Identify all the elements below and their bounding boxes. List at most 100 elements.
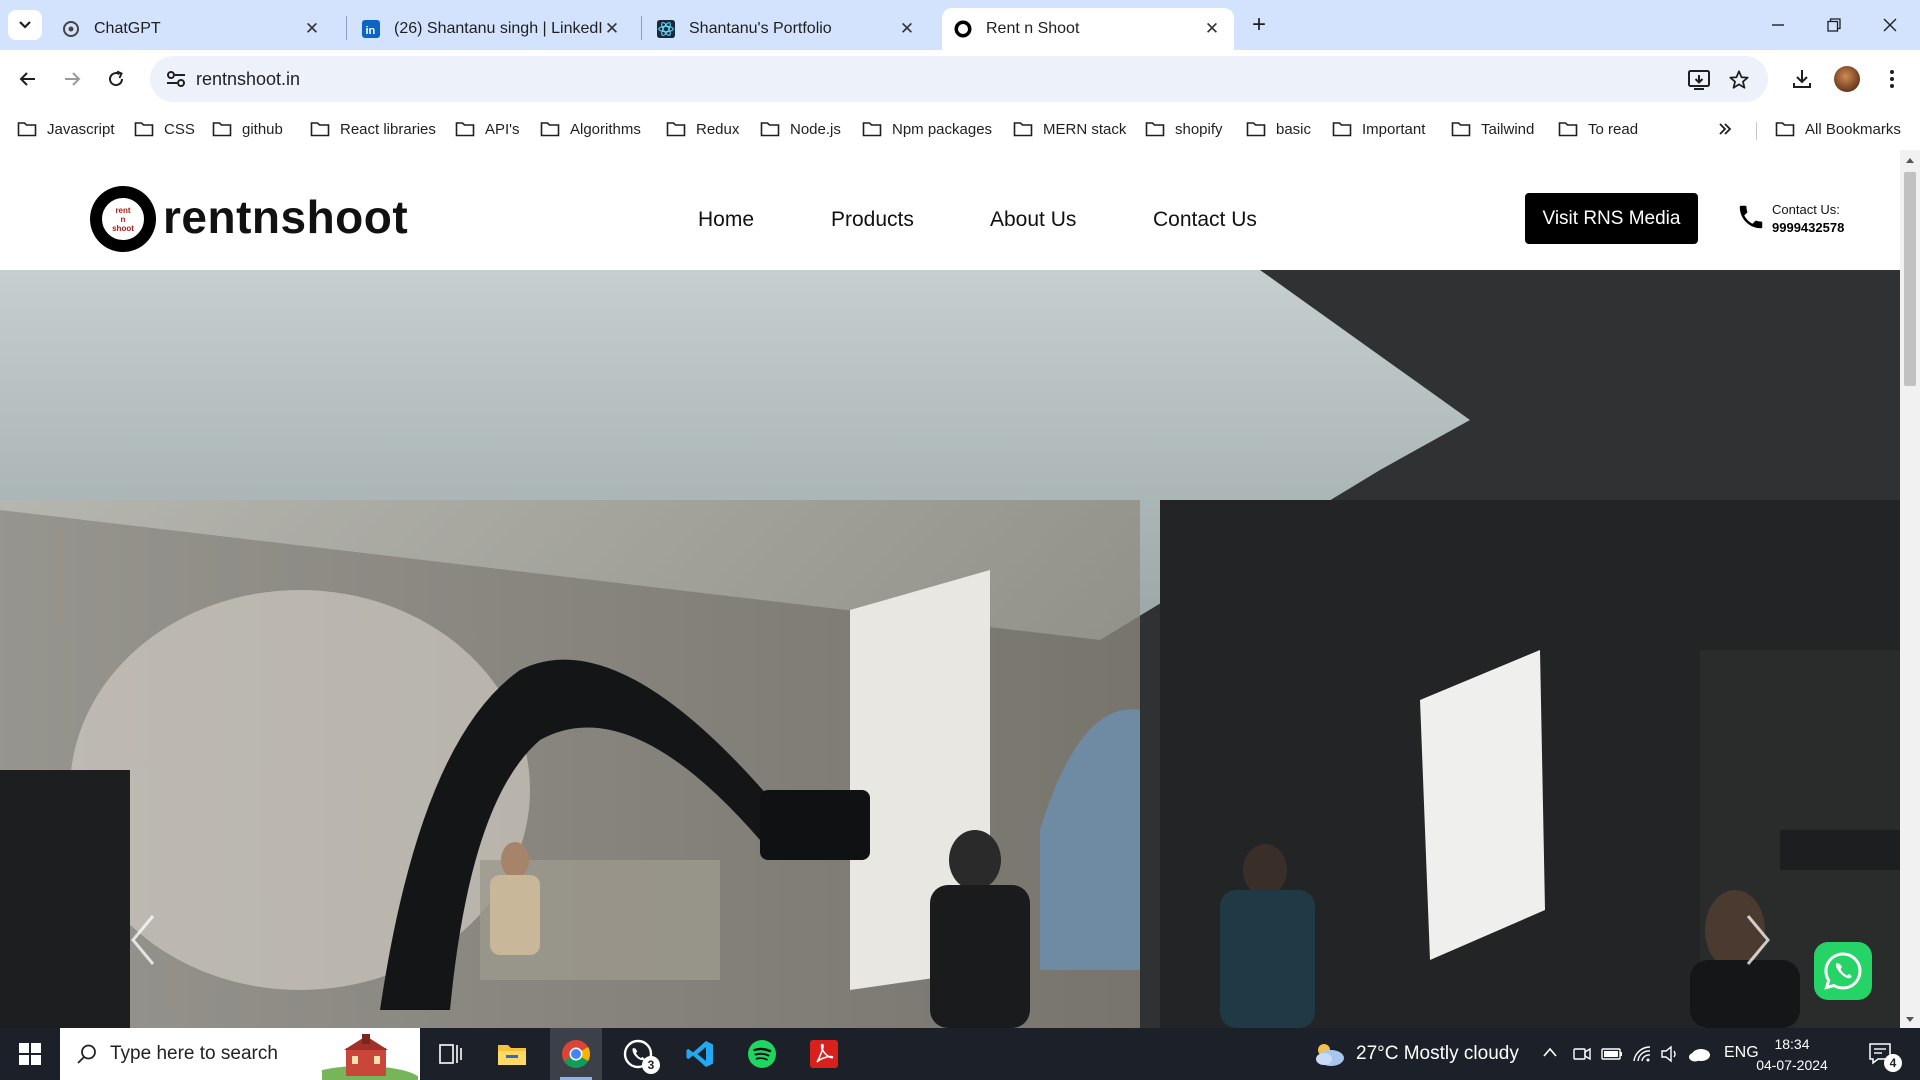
task-view-button[interactable] [424,1028,476,1080]
bookmark-folder[interactable]: Npm packages [862,116,992,142]
bookmark-folder[interactable]: CSS [134,116,195,142]
bookmark-folder[interactable]: API's [455,116,520,142]
bookmark-folder[interactable]: shopify [1145,116,1223,142]
address-bar[interactable]: rentnshoot.in [150,56,1768,102]
arrow-left-icon [19,72,35,86]
site-logo-text[interactable]: rentnshoot [163,190,408,244]
close-icon[interactable]: ✕ [302,19,322,39]
weather-widget[interactable]: 27°C Mostly cloudy [1312,1028,1519,1080]
taskbar-file-explorer[interactable] [486,1028,538,1080]
bookmark-label: Redux [696,120,740,138]
visit-rns-media-button[interactable]: Visit RNS Media [1525,193,1698,244]
avatar [1834,66,1860,92]
scroll-up-arrow-icon[interactable] [1905,156,1915,164]
tab-search-button[interactable] [8,10,42,40]
bookmark-folder[interactable]: Tailwind [1451,116,1534,142]
double-chevron-right-icon [1719,123,1732,135]
close-icon[interactable]: ✕ [602,19,622,39]
bookmark-folder[interactable]: Redux [666,116,739,142]
page-scrollbar[interactable] [1900,150,1920,1028]
clock-time: 18:34 [1774,1036,1810,1052]
volume-icon[interactable] [1660,1045,1680,1063]
cloudy-weather-icon [1316,1044,1344,1066]
page-viewport: rent n shoot rentnshoot Home Products Ab… [0,150,1920,1028]
bookmarks-bar: Javascript CSS github React libraries AP… [0,108,1920,150]
nav-home[interactable]: Home [698,208,754,232]
bookmark-label: basic [1276,120,1312,138]
all-bookmarks-button[interactable]: All Bookmarks [1775,116,1901,142]
bookmark-folder[interactable]: basic [1246,116,1311,142]
tab-rent-n-shoot[interactable]: Rent n Shoot ✕ [942,8,1234,50]
nav-about-us[interactable]: About Us [990,208,1076,232]
bookmark-folder[interactable]: To read [1558,116,1638,142]
bookmark-folder[interactable]: github [212,116,283,142]
tab-chatgpt[interactable]: ChatGPT ✕ [50,8,334,50]
notification-center-button[interactable]: 4 [1866,1040,1906,1072]
taskbar-acrobat[interactable] [798,1028,850,1080]
reload-button[interactable] [100,63,132,95]
new-tab-button[interactable]: + [1246,11,1272,38]
downloads-button[interactable] [1786,63,1818,95]
taskbar-vscode[interactable] [674,1028,726,1080]
browser-menu-button[interactable] [1876,63,1908,95]
linkedin-icon: in [362,20,380,38]
back-button[interactable] [12,63,44,95]
install-app-button[interactable] [1686,67,1712,93]
profile-button[interactable] [1831,63,1863,95]
tab-linkedin[interactable]: in (26) Shantanu singh | LinkedIn ✕ [350,8,634,50]
logo-badge-text: n [120,214,126,224]
forward-button[interactable] [56,63,88,95]
site-logo[interactable]: rent n shoot [90,186,156,252]
bookmark-folder[interactable]: Algorithms [540,116,641,142]
minimize-button[interactable] [1750,8,1806,42]
site-settings-icon[interactable] [164,68,188,90]
carousel-prev-button[interactable] [125,910,161,970]
star-icon [1729,70,1749,89]
folder-icon [1451,122,1471,137]
scrollbar-thumb[interactable] [1904,172,1916,386]
taskbar-whatsapp[interactable]: 3 [612,1028,664,1080]
bookmark-label: Algorithms [570,120,641,138]
wifi-icon[interactable] [1632,1045,1652,1063]
search-highlight-illustration-icon [322,1034,418,1080]
bookmark-folder[interactable]: MERN stack [1013,116,1126,142]
meet-now-icon[interactable] [1573,1045,1591,1063]
restore-button[interactable] [1806,8,1862,42]
search-icon [77,1044,96,1064]
bookmark-label: Node.js [790,120,841,138]
logo-badge: rent n shoot [99,195,147,243]
more-bookmarks-button[interactable] [1718,116,1742,142]
whatsapp-chat-button[interactable] [1814,942,1872,1000]
svg-text:in: in [366,25,376,37]
folder-icon [1145,122,1165,137]
folder-icon [212,122,232,137]
onedrive-icon[interactable] [1688,1044,1712,1064]
show-hidden-icons-chevron-icon[interactable] [1542,1046,1558,1058]
tab-portfolio[interactable]: Shantanu's Portfolio ✕ [645,8,929,50]
bookmark-folder[interactable]: Node.js [760,116,841,142]
system-clock[interactable]: 18:34 04-07-2024 [1752,1034,1832,1076]
close-icon[interactable]: ✕ [897,19,917,39]
windows-taskbar: Type here to search 3 27°C Mostly cloudy… [0,1028,1920,1080]
nav-products[interactable]: Products [831,208,914,232]
phone-icon [1739,205,1763,229]
contact-phone[interactable]: 9999432578 [1772,220,1844,235]
battery-icon[interactable] [1601,1045,1623,1063]
bookmark-label: Npm packages [892,120,993,138]
close-icon[interactable]: ✕ [1202,19,1222,39]
taskbar-chrome[interactable] [550,1028,602,1080]
bookmark-folder[interactable]: Important [1332,116,1425,142]
taskbar-search-box[interactable]: Type here to search [60,1028,420,1080]
start-button[interactable] [0,1028,60,1080]
taskbar-spotify[interactable] [736,1028,788,1080]
nav-contact-us[interactable]: Contact Us [1153,208,1257,232]
carousel-next-button[interactable] [1740,910,1776,970]
browser-tab-strip: ChatGPT ✕ in (26) Shantanu singh | Linke… [0,0,1920,50]
tab-divider [346,16,347,40]
bookmark-folder[interactable]: React libraries [310,116,436,142]
tab-title: Rent n Shoot [986,20,1080,37]
bookmark-star-button[interactable] [1726,67,1752,93]
scroll-down-arrow-icon[interactable] [1905,1016,1915,1024]
close-window-button[interactable] [1862,8,1918,42]
bookmark-folder[interactable]: Javascript [17,116,115,142]
